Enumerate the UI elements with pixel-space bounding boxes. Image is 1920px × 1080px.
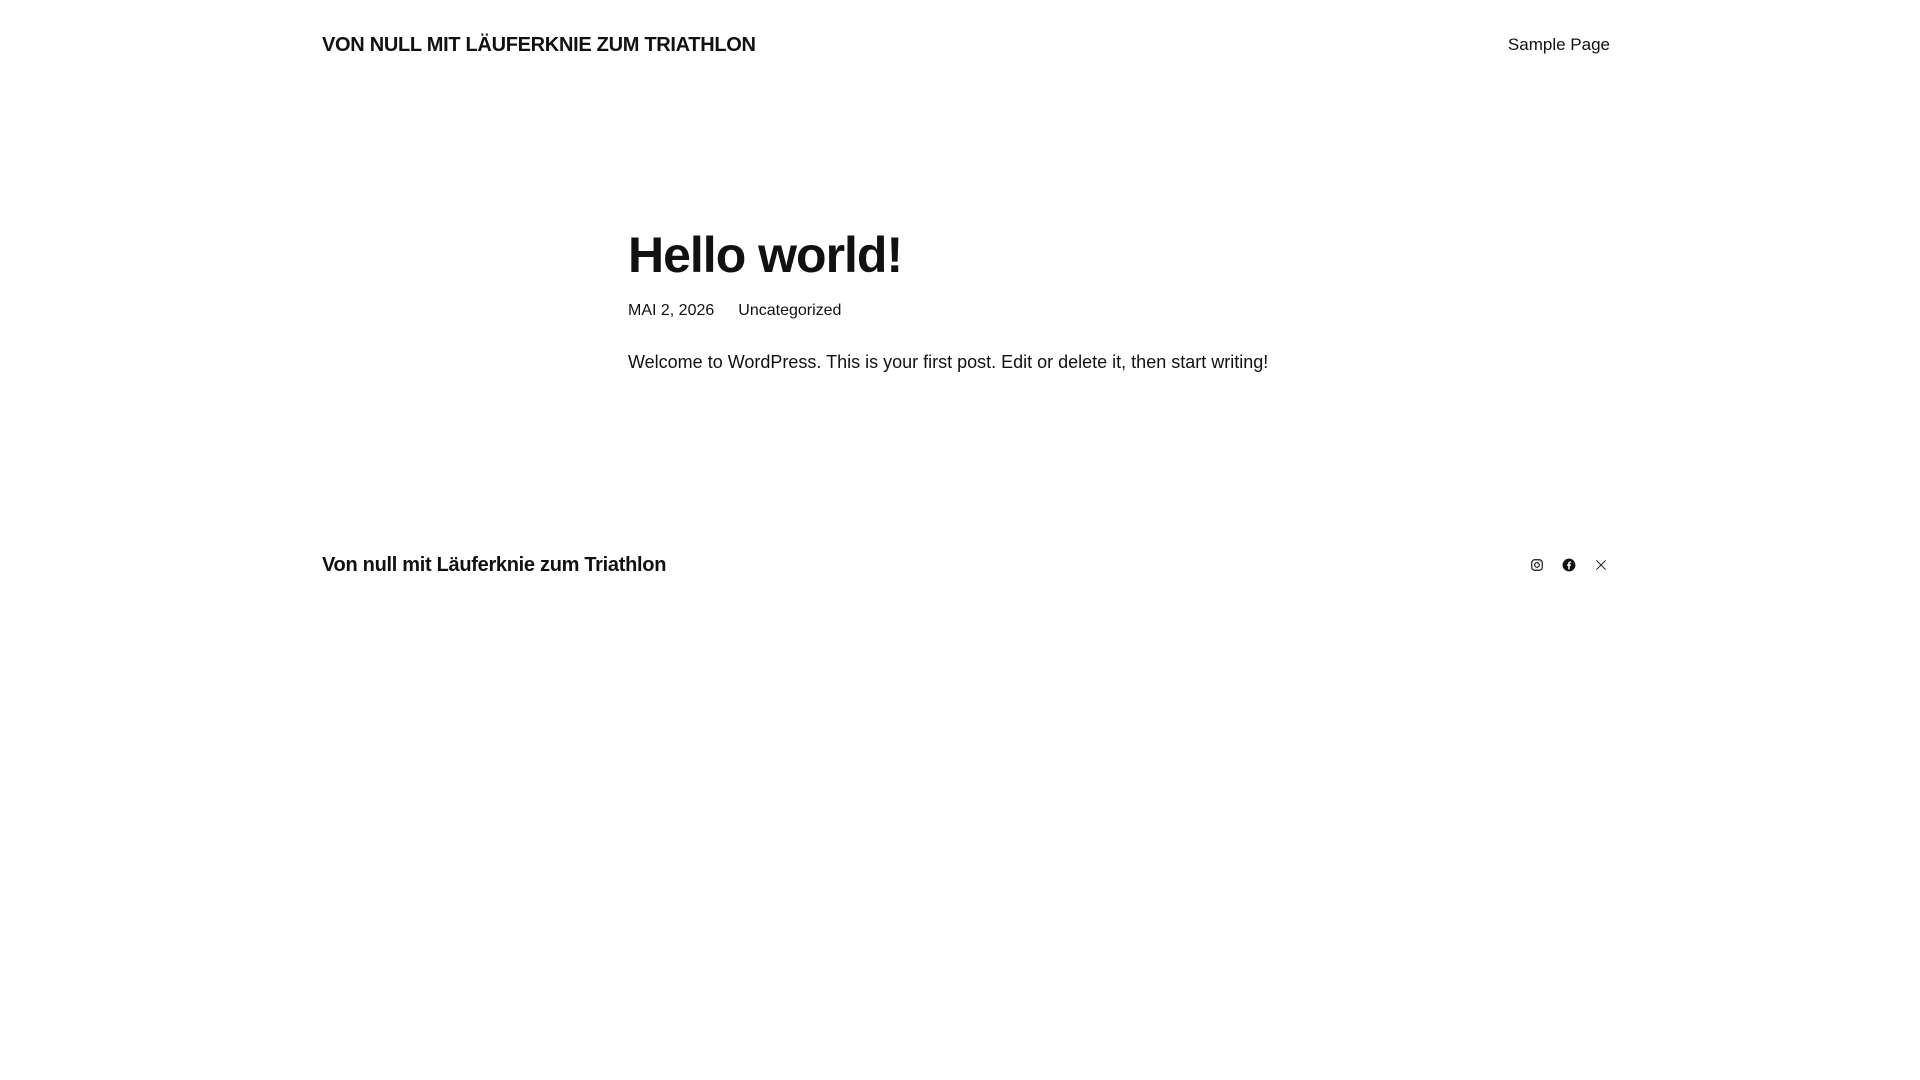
post-date: MAI 2, 2026 (628, 302, 715, 319)
site-footer: Von null mit Läuferknie zum Triathlon (322, 545, 1610, 585)
footer-site-title-link[interactable]: Von null mit Läuferknie zum Triathlon (322, 554, 666, 577)
social-links (1528, 556, 1610, 574)
site-title-link[interactable]: VON NULL MIT LÄUFERKNIE ZUM TRIATHLON (322, 34, 756, 57)
post-content: Welcome to WordPress. This is your first… (628, 352, 1269, 372)
instagram-icon (1531, 559, 1543, 571)
x-icon (1596, 560, 1606, 570)
post-meta: MAI 2, 2026 Uncategorized (628, 302, 1328, 320)
post-article: Hello world! MAI 2, 2026 Uncategorized W… (628, 220, 1328, 391)
facebook-icon (1562, 558, 1576, 572)
main-navigation: Sample Page (1508, 35, 1610, 55)
site-header: VON NULL MIT LÄUFERKNIE ZUM TRIATHLON Sa… (322, 0, 1610, 90)
post-title: Hello world! (628, 227, 903, 283)
post-category-link[interactable]: Uncategorized (738, 302, 841, 320)
x-link[interactable] (1592, 556, 1610, 574)
facebook-link[interactable] (1560, 556, 1578, 574)
nav-item-sample-page[interactable]: Sample Page (1508, 35, 1610, 54)
instagram-link[interactable] (1528, 556, 1546, 574)
